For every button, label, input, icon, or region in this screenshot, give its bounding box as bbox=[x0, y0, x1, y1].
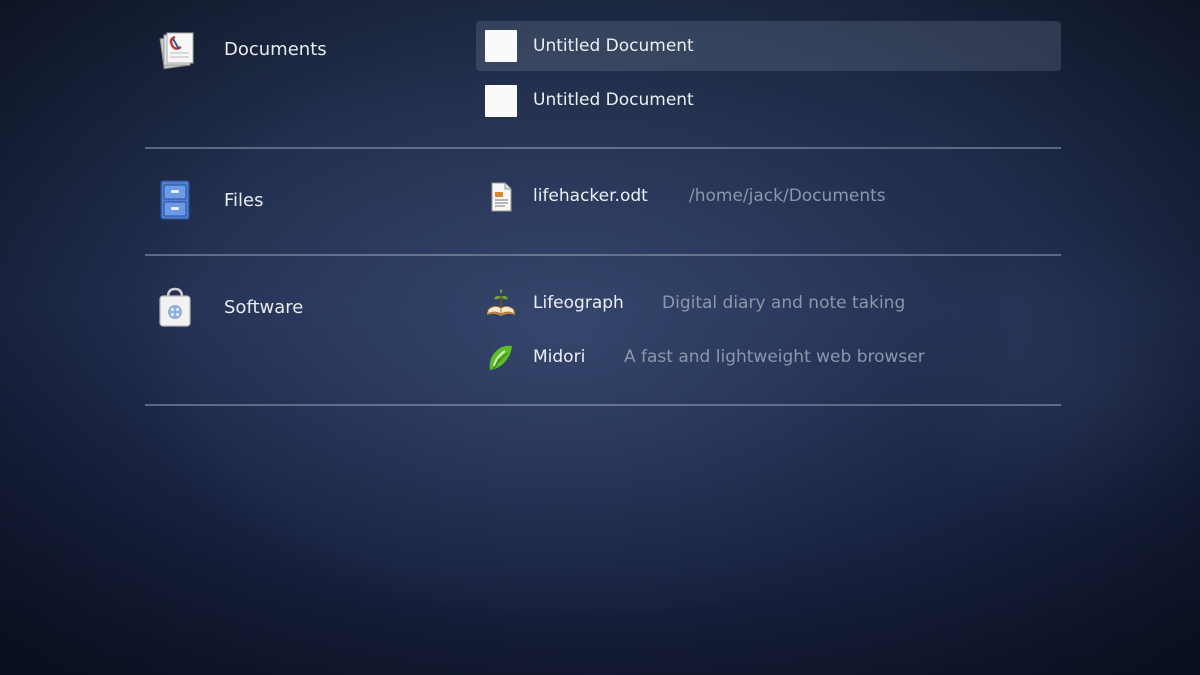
category-label: Files bbox=[224, 190, 264, 211]
result-title: Midori bbox=[533, 347, 586, 367]
result-description: A fast and lightweight web browser bbox=[624, 347, 925, 367]
result-row[interactable]: Lifeograph Digital diary and note taking bbox=[476, 279, 1061, 329]
section-software: Software Lifeograph Digital diary and no… bbox=[145, 257, 1061, 407]
blank-document-icon bbox=[485, 30, 517, 62]
section-files: Files lifehacker.odt /home/jack/Document… bbox=[145, 150, 1061, 255]
section-divider bbox=[145, 254, 1061, 256]
category-label: Software bbox=[224, 297, 304, 318]
file-cabinet-icon bbox=[160, 180, 190, 220]
result-description: /home/jack/Documents bbox=[689, 186, 886, 206]
result-row[interactable]: Untitled Document bbox=[476, 76, 1061, 126]
section-divider bbox=[145, 404, 1061, 406]
result-title: Untitled Document bbox=[533, 36, 694, 56]
result-title: Untitled Document bbox=[533, 90, 694, 110]
documents-icon bbox=[159, 32, 194, 70]
section-divider bbox=[145, 147, 1061, 149]
result-title: lifehacker.odt bbox=[533, 186, 648, 206]
lifeograph-icon bbox=[487, 289, 515, 316]
section-documents: Documents Untitled Document Untitled Doc… bbox=[145, 0, 1061, 148]
result-row[interactable]: lifehacker.odt /home/jack/Documents bbox=[476, 172, 1061, 222]
result-row[interactable]: Untitled Document bbox=[476, 21, 1061, 71]
result-row[interactable]: Midori A fast and lightweight web browse… bbox=[476, 333, 1061, 383]
category-label: Documents bbox=[224, 39, 327, 60]
result-title: Lifeograph bbox=[533, 293, 624, 313]
midori-icon bbox=[489, 345, 512, 370]
result-description: Digital diary and note taking bbox=[662, 293, 906, 313]
software-bag-icon bbox=[159, 287, 191, 327]
odt-file-icon bbox=[491, 182, 512, 212]
blank-document-icon bbox=[485, 85, 517, 117]
